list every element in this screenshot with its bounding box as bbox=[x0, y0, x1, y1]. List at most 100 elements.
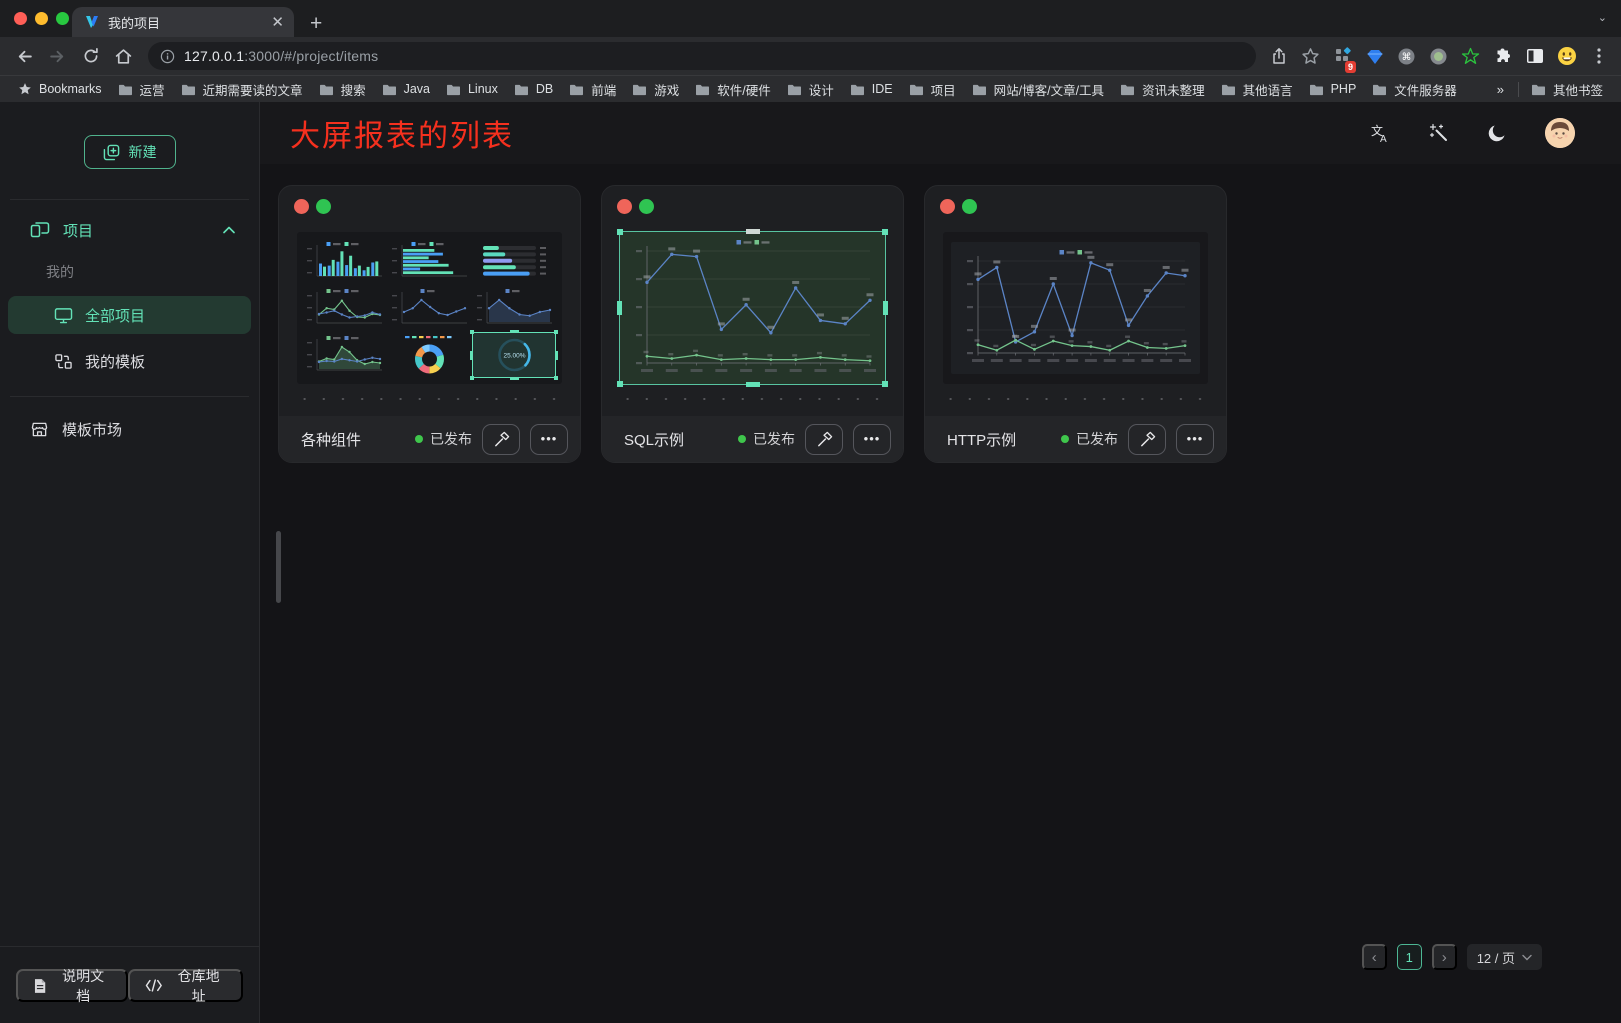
bookmarks-overflow-chevron[interactable]: » bbox=[1487, 82, 1514, 97]
document-icon bbox=[33, 978, 47, 994]
bookmark-folder-label: 设计 bbox=[809, 80, 834, 99]
site-info-icon[interactable] bbox=[160, 49, 175, 64]
chevron-up-icon bbox=[223, 226, 235, 234]
more-options-button[interactable]: ••• bbox=[853, 424, 891, 455]
card-preview-selected-chart bbox=[620, 232, 885, 384]
extension-badge: 9 bbox=[1345, 61, 1356, 73]
other-bookmarks-label: 其他书签 bbox=[1553, 80, 1603, 99]
project-card: HTTP示例 已发布 ••• bbox=[924, 185, 1227, 463]
page-size-select[interactable]: 12 / 页 bbox=[1467, 944, 1542, 970]
reload-button[interactable] bbox=[74, 40, 107, 73]
hammer-icon bbox=[1139, 431, 1156, 448]
bookmarks-manager[interactable]: Bookmarks bbox=[10, 82, 110, 96]
bookmark-folder[interactable]: 网站/博客/文章/工具 bbox=[964, 80, 1112, 99]
bookmark-folder[interactable]: 运营 bbox=[110, 80, 173, 99]
sidebar-item-my-templates[interactable]: 我的模板 bbox=[8, 342, 251, 380]
folder-icon bbox=[382, 83, 397, 96]
sidebar-item-template-market-label: 模板市场 bbox=[62, 419, 122, 440]
extension-command-icon[interactable]: ⌘ bbox=[1392, 41, 1421, 71]
bookmark-star-icon[interactable] bbox=[1296, 41, 1325, 71]
bookmark-folder[interactable]: Java bbox=[374, 80, 438, 99]
dotted-separator bbox=[941, 397, 1211, 401]
bookmark-folder[interactable]: 项目 bbox=[901, 80, 964, 99]
folder-icon bbox=[972, 83, 987, 96]
sidebar-item-template-market[interactable]: 模板市场 bbox=[0, 409, 259, 449]
tab-strip: 我的项目 ✕ + ⌄ bbox=[0, 0, 1621, 37]
project-card: SQL示例 已发布 ••• bbox=[601, 185, 904, 463]
card-status-label: 已发布 bbox=[753, 429, 795, 449]
magic-wand-icon[interactable] bbox=[1429, 123, 1449, 143]
profile-avatar-icon[interactable] bbox=[1552, 41, 1581, 71]
thumb-cell bbox=[389, 239, 471, 283]
sidebar-section-project[interactable]: 项目 bbox=[0, 210, 259, 250]
new-project-button[interactable]: 新建 bbox=[84, 135, 176, 169]
new-tab-button[interactable]: + bbox=[310, 13, 322, 34]
new-project-label: 新建 bbox=[129, 142, 157, 162]
dotted-separator bbox=[618, 397, 888, 401]
bookmark-folder[interactable]: 资讯未整理 bbox=[1112, 80, 1213, 99]
tab-search-chevron-icon[interactable]: ⌄ bbox=[1598, 11, 1607, 24]
sidebar-divider bbox=[10, 396, 249, 397]
chrome-menu-icon[interactable] bbox=[1584, 41, 1613, 71]
next-page-button[interactable]: › bbox=[1432, 944, 1457, 970]
bookmark-folder[interactable]: DB bbox=[506, 80, 561, 99]
extension-grid-icon[interactable]: 9 bbox=[1328, 41, 1357, 71]
bookmark-folder[interactable]: 近期需要读的文章 bbox=[173, 80, 311, 99]
bookmark-folder[interactable]: 其他语言 bbox=[1213, 80, 1301, 99]
tab-close-icon[interactable]: ✕ bbox=[271, 15, 284, 30]
selection-handle bbox=[470, 330, 474, 334]
share-icon[interactable] bbox=[1264, 41, 1293, 71]
bookmark-folder[interactable]: 文件服务器 bbox=[1364, 80, 1465, 99]
side-panel-icon[interactable] bbox=[1520, 41, 1549, 71]
extensions-puzzle-icon[interactable] bbox=[1488, 41, 1517, 71]
thumbnail-capsule-chart bbox=[475, 240, 554, 282]
zoom-window-button[interactable] bbox=[56, 12, 69, 25]
prev-page-button[interactable]: ‹ bbox=[1362, 944, 1387, 970]
docs-button[interactable]: 说明文档 bbox=[16, 969, 128, 1002]
bookmark-folder[interactable]: Linux bbox=[438, 80, 506, 99]
close-window-button[interactable] bbox=[14, 12, 27, 25]
bookmark-folder[interactable]: 软件/硬件 bbox=[687, 80, 778, 99]
dark-mode-moon-icon[interactable] bbox=[1487, 123, 1507, 143]
sidebar-item-all-projects[interactable]: 全部项目 bbox=[8, 296, 251, 334]
folder-icon bbox=[695, 83, 710, 96]
edit-project-button[interactable] bbox=[805, 424, 843, 455]
bookmark-folder[interactable]: PHP bbox=[1301, 80, 1365, 99]
more-options-button[interactable]: ••• bbox=[1176, 424, 1214, 455]
folder-icon bbox=[569, 83, 584, 96]
repo-button[interactable]: 仓库地址 bbox=[128, 969, 243, 1002]
bookmark-folder[interactable]: 前端 bbox=[561, 80, 624, 99]
scrollbar-thumb[interactable] bbox=[276, 531, 281, 603]
other-bookmarks[interactable]: 其他书签 bbox=[1523, 80, 1611, 99]
bookmark-folder-label: IDE bbox=[872, 82, 893, 96]
address-bar[interactable]: 127.0.0.1:3000/#/project/items bbox=[148, 42, 1256, 70]
extension-star-icon[interactable] bbox=[1456, 41, 1485, 71]
forward-button[interactable] bbox=[41, 40, 74, 73]
minimize-window-button[interactable] bbox=[35, 12, 48, 25]
folder-icon bbox=[909, 83, 924, 96]
browser-tab[interactable]: 我的项目 ✕ bbox=[72, 7, 294, 37]
edit-project-button[interactable] bbox=[482, 424, 520, 455]
thumb-cell bbox=[389, 333, 471, 377]
bookmark-folder-label: 运营 bbox=[140, 80, 165, 99]
sidebar-divider bbox=[10, 199, 249, 200]
bookmark-folder-label: 文件服务器 bbox=[1394, 80, 1457, 99]
language-icon[interactable]: 文A bbox=[1369, 123, 1391, 143]
extension-gem-icon[interactable] bbox=[1360, 41, 1389, 71]
edit-project-button[interactable] bbox=[1128, 424, 1166, 455]
bookmark-folder[interactable]: 搜索 bbox=[311, 80, 374, 99]
bookmark-folder[interactable]: 游戏 bbox=[624, 80, 687, 99]
bookmark-folder[interactable]: 设计 bbox=[779, 80, 842, 99]
user-avatar[interactable] bbox=[1545, 118, 1575, 148]
back-button[interactable] bbox=[8, 40, 41, 73]
selection-handle bbox=[883, 301, 888, 315]
bookmark-folder[interactable]: IDE bbox=[842, 80, 901, 99]
extension-record-icon[interactable] bbox=[1424, 41, 1453, 71]
home-button[interactable] bbox=[107, 40, 140, 73]
more-options-button[interactable]: ••• bbox=[530, 424, 568, 455]
folder-icon bbox=[632, 83, 647, 96]
svg-text:25.00%: 25.00% bbox=[503, 352, 525, 359]
bookmarks-bar: Bookmarks 运营近期需要读的文章搜索JavaLinuxDB前端游戏软件/… bbox=[0, 75, 1621, 102]
current-page-button[interactable]: 1 bbox=[1397, 944, 1422, 970]
url-host: 127.0.0.1 bbox=[184, 48, 244, 64]
